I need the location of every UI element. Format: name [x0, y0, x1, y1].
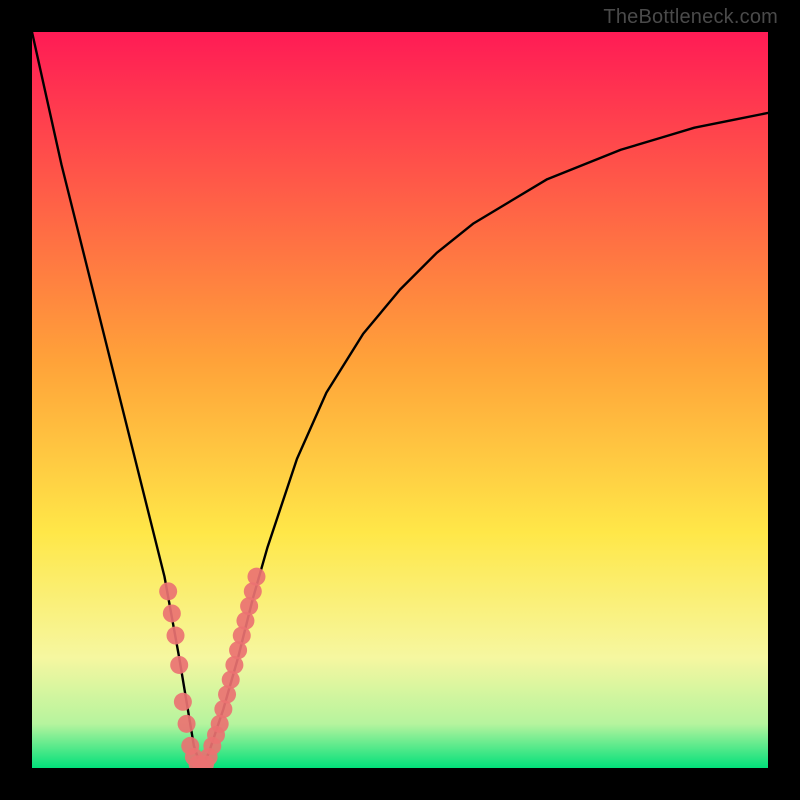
gradient-background: [32, 32, 768, 768]
highlight-node: [159, 582, 177, 600]
plot-svg-container: [32, 32, 768, 768]
chart-area: [32, 32, 768, 768]
highlight-node: [170, 656, 188, 674]
watermark-text: TheBottleneck.com: [603, 6, 778, 29]
highlight-node: [178, 715, 196, 733]
highlight-node: [163, 604, 181, 622]
highlight-node: [174, 693, 192, 711]
highlight-node: [167, 627, 185, 645]
plot-svg: [32, 32, 768, 768]
highlight-node: [247, 568, 265, 586]
